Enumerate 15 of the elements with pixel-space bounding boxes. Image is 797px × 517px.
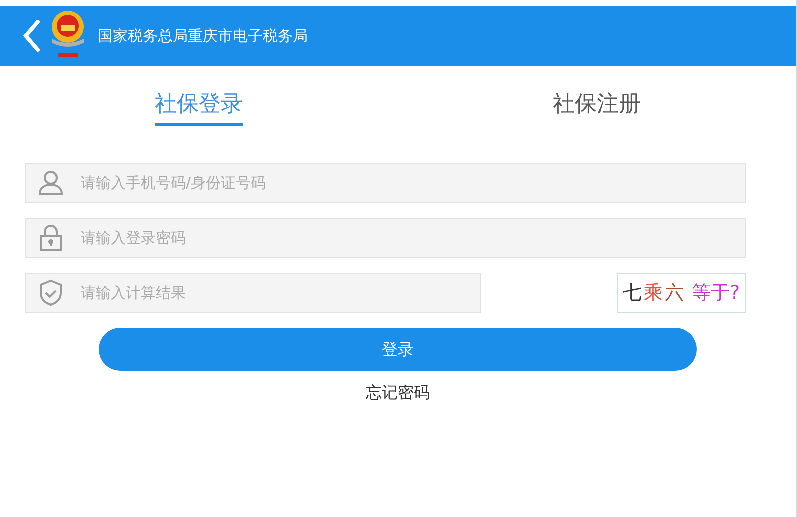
forgot-password-link[interactable]: 忘记密码 xyxy=(366,381,430,405)
input-field[interactable]: 请输入手机号码/身份证号码 xyxy=(25,163,746,203)
input-field[interactable]: 请输入计算结果 xyxy=(25,273,481,313)
lock-icon xyxy=(39,224,63,252)
back-icon[interactable] xyxy=(22,20,42,52)
captcha-image[interactable]: 七乘六 等于? xyxy=(617,273,746,313)
shield-check-icon xyxy=(39,279,63,307)
header-title: 国家税务总局重庆市电子税务局 xyxy=(98,26,308,47)
user-icon xyxy=(38,170,64,196)
captcha-text: 七 xyxy=(622,280,642,306)
captcha-text: 六 xyxy=(664,280,684,306)
captcha-text: 乘 xyxy=(644,280,663,306)
tab[interactable]: 社保注册 xyxy=(553,88,641,126)
input-field[interactable]: 请输入登录密码 xyxy=(25,218,746,258)
captcha-text: 等于? xyxy=(692,280,740,306)
